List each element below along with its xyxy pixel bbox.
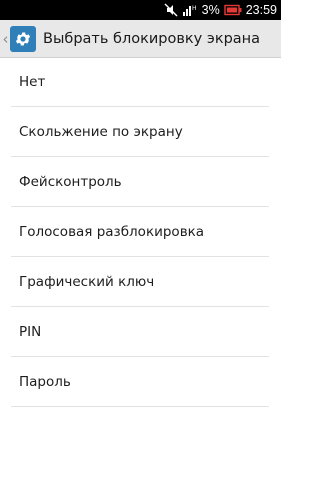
option-label: Голосовая разблокировка bbox=[19, 224, 205, 240]
option-label: Фейсконтроль bbox=[19, 174, 122, 190]
option-label: PIN bbox=[19, 324, 42, 340]
settings-gear-icon[interactable] bbox=[10, 25, 36, 52]
back-chevron-icon[interactable]: ‹ bbox=[2, 30, 9, 48]
option-password[interactable]: Пароль bbox=[0, 357, 281, 407]
option-label: Скольжение по экрану bbox=[19, 124, 183, 140]
option-none[interactable]: Нет bbox=[0, 57, 281, 107]
option-pattern[interactable]: Графический ключ bbox=[0, 257, 281, 307]
battery-percent: 3% bbox=[201, 3, 220, 17]
clock: 23:59 bbox=[245, 3, 277, 17]
option-voice-unlock[interactable]: Голосовая разблокировка bbox=[0, 207, 281, 257]
battery-icon bbox=[224, 4, 242, 16]
option-face-unlock[interactable]: Фейсконтроль bbox=[0, 157, 281, 207]
option-label: Нет bbox=[19, 74, 46, 90]
option-swipe[interactable]: Скольжение по экрану bbox=[0, 107, 281, 157]
option-label: Графический ключ bbox=[19, 274, 155, 290]
lock-options-list: Нет Скольжение по экрану Фейсконтроль Го… bbox=[0, 57, 281, 407]
option-label: Пароль bbox=[19, 374, 71, 390]
option-pin[interactable]: PIN bbox=[0, 307, 281, 357]
svg-text:H: H bbox=[192, 5, 197, 12]
mute-icon bbox=[164, 3, 178, 17]
status-bar: H 3% 23:59 bbox=[0, 0, 281, 20]
page-title: Выбрать блокировку экрана bbox=[43, 30, 261, 47]
app-bar: ‹ Выбрать блокировку экрана bbox=[0, 20, 281, 58]
signal-icon: H bbox=[182, 3, 198, 17]
